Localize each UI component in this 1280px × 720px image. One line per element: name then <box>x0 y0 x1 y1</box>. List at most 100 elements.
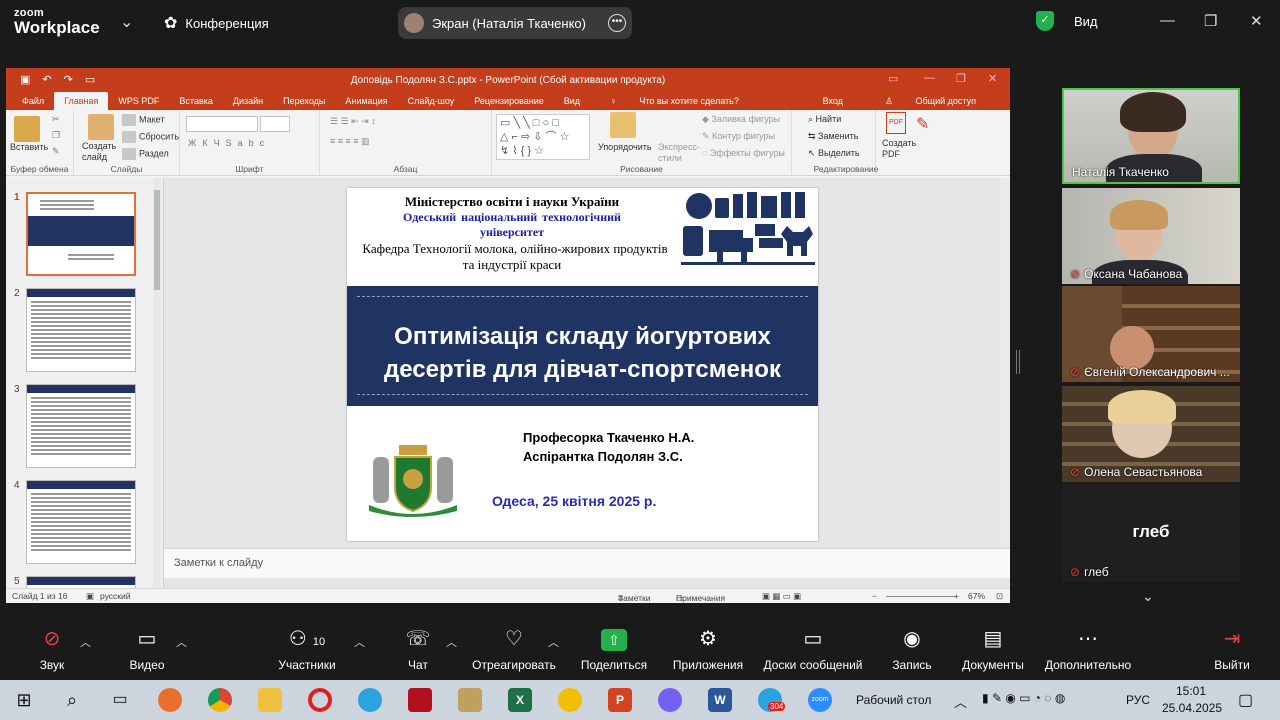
tab-animations[interactable]: Анимация <box>335 96 397 110</box>
quick-styles-button[interactable]: Экспресс-стили <box>658 114 700 164</box>
font-name-box[interactable] <box>186 116 258 132</box>
tab-wps-pdf[interactable]: WPS PDF <box>108 96 169 110</box>
scrollbar-thumb[interactable] <box>154 190 160 290</box>
participant-tile[interactable]: ⊘ Олена Севастьянова <box>1062 386 1240 482</box>
thumbnails-scrollbar[interactable] <box>153 178 161 588</box>
chat-button[interactable]: ☏ Чат <box>400 628 436 672</box>
view-button[interactable]: Вид <box>1074 14 1098 29</box>
shapes-gallery[interactable]: ▭ ╲ ╲ □ ○ □ △ ⌐ ⇨ ⇩ ⌒ ☆ ↯ ⌇ { } ☆ <box>496 114 590 160</box>
ppt-maximize-icon[interactable]: ❐ <box>956 72 966 85</box>
zoom-app-icon[interactable]: zoom <box>808 688 832 712</box>
share-screen-button[interactable]: ⇧ Поделиться <box>578 628 650 672</box>
ppt-close-icon[interactable]: ✕ <box>988 72 997 85</box>
arrange-icon[interactable] <box>610 112 636 138</box>
docs-button[interactable]: ▤ Документы <box>958 628 1028 672</box>
zoom-slider[interactable] <box>886 596 956 597</box>
zoom-out-icon[interactable]: − <box>872 591 877 601</box>
chevron-up-icon[interactable]: ︿ <box>954 692 967 711</box>
video-button[interactable]: ▭ Видео <box>124 628 170 672</box>
participant-tile[interactable]: Наталія Ткаченко <box>1062 88 1240 184</box>
shape-effects-button[interactable]: ◌ Эффекты фигуры <box>702 148 785 158</box>
thumbnail-slide-3[interactable] <box>26 384 136 468</box>
more-button[interactable]: ⋯ Дополнительно <box>1040 628 1136 672</box>
tab-transitions[interactable]: Переходы <box>273 96 335 110</box>
tab-home[interactable]: Главная <box>54 92 109 110</box>
tell-me-search[interactable]: ♀ Что вы хотите сделать? <box>590 96 759 110</box>
thumbnail-slide-2[interactable] <box>26 288 136 372</box>
spellcheck-icon[interactable]: ▣ <box>86 591 94 602</box>
language-indicator[interactable]: русский <box>100 591 131 601</box>
participant-tile[interactable]: глеб ⊘ глеб <box>1062 484 1240 582</box>
create-pdf-button[interactable]: Создать PDF <box>882 138 916 160</box>
viber-icon[interactable] <box>658 688 682 712</box>
telegram-icon[interactable]: 304 <box>758 688 786 712</box>
zoom-level[interactable]: 67% <box>968 591 985 601</box>
underline-button[interactable]: Ч <box>214 138 226 148</box>
ppt-minimize-icon[interactable]: — <box>924 72 935 84</box>
align-icons[interactable]: ≡ ≡ ≡ ≡ ▥ <box>330 136 370 147</box>
section-button[interactable]: Раздел <box>122 148 169 160</box>
reset-button[interactable]: Сбросить <box>122 131 179 143</box>
font-size-box[interactable] <box>260 116 290 132</box>
select-button[interactable]: ↖ Выделить <box>808 148 860 159</box>
powerpoint-icon[interactable]: P <box>608 688 632 712</box>
format-painter-icon[interactable]: ✎ <box>52 146 60 157</box>
notifications-icon[interactable]: ▢ <box>1238 690 1253 710</box>
font-format-buttons[interactable]: ЖКЧSabc <box>188 138 270 148</box>
tray-icons[interactable]: ▮ ✎ ◉ ▭ ◔ ◌ ◍ <box>982 691 1065 705</box>
thumbnail-slide-1[interactable] <box>26 192 136 276</box>
copy-icon[interactable]: ❐ <box>52 130 60 141</box>
react-options-chevron[interactable]: ︿ <box>548 634 559 650</box>
chat-options-chevron[interactable]: ︿ <box>446 634 457 650</box>
list-icons[interactable]: ☰ ☰ ⇤ ⇥ ↕ <box>330 116 376 127</box>
react-button[interactable]: ♡ Отреагировать <box>468 628 560 672</box>
tab-design[interactable]: Дизайн <box>223 96 273 110</box>
paste-button[interactable]: Вставить <box>10 142 48 152</box>
italic-button[interactable]: К <box>202 138 213 148</box>
share-button[interactable]: ♙ Общий доступ <box>865 96 996 111</box>
close-icon[interactable]: ✕ <box>1250 12 1263 30</box>
notes-pane[interactable]: Заметки к слайду <box>164 548 1010 578</box>
restore-icon[interactable]: ❐ <box>1204 12 1217 30</box>
layout-button[interactable]: Макет <box>122 114 164 126</box>
chevron-down-icon[interactable]: ⌄ <box>120 12 133 32</box>
paint-icon[interactable] <box>458 688 482 712</box>
task-view-icon[interactable]: ▭ <box>108 688 132 712</box>
arrange-button[interactable]: Упорядочить <box>598 142 652 152</box>
participants-options-chevron[interactable]: ︿ <box>354 634 365 650</box>
shape-fill-button[interactable]: ◆ Заливка фигуры <box>702 114 780 125</box>
new-slide-button[interactable]: Создать слайд <box>82 141 116 163</box>
firefox-icon[interactable] <box>158 688 182 712</box>
paste-icon[interactable] <box>14 116 40 142</box>
signature-icon[interactable]: ✎ <box>916 114 929 134</box>
minimize-icon[interactable]: — <box>1160 12 1175 29</box>
search-icon[interactable]: ⌕ <box>60 688 84 712</box>
leave-button[interactable]: ⇥ Выйти <box>1210 628 1254 672</box>
sign-in-link[interactable]: Вход <box>813 96 853 111</box>
archiver-icon[interactable] <box>558 688 582 712</box>
tab-slideshow[interactable]: Слайд-шоу <box>398 96 465 110</box>
desktop-toolbar[interactable]: Рабочий стол <box>856 693 931 707</box>
app-icon[interactable] <box>408 688 432 712</box>
security-shield-icon[interactable]: ✓ <box>1036 11 1054 31</box>
fit-slide-icon[interactable]: ⊡ <box>996 591 1003 602</box>
word-icon[interactable]: W <box>708 688 732 712</box>
tab-insert[interactable]: Вставка <box>169 96 222 110</box>
file-explorer-icon[interactable] <box>258 688 282 712</box>
participant-tile[interactable]: ⊘ Оксана Чабанова <box>1062 188 1240 284</box>
conference-button[interactable]: ✿ Конференция <box>164 13 269 33</box>
panel-splitter[interactable] <box>1016 350 1020 374</box>
video-options-chevron[interactable]: ︿ <box>176 634 187 650</box>
bold-button[interactable]: Ж <box>188 138 202 148</box>
apps-button[interactable]: ⚙ Приложения <box>668 628 748 672</box>
excel-icon[interactable]: X <box>508 688 532 712</box>
ribbon-display-icon[interactable]: ▭ <box>888 72 898 85</box>
telegram-icon[interactable] <box>358 688 382 712</box>
whiteboards-button[interactable]: ▭ Доски сообщений <box>758 628 868 672</box>
more-options-icon[interactable]: ••• <box>608 14 626 32</box>
find-button[interactable]: ⌕ Найти <box>808 114 841 125</box>
participant-tile[interactable]: ⊘ Євгеній Олександрович ... <box>1062 286 1240 382</box>
audio-button[interactable]: ⊘ Звук <box>32 628 72 672</box>
view-buttons[interactable]: ▣ ▦ ▭ ▣ <box>762 591 801 602</box>
chevron-down-icon[interactable]: ⌄ <box>1142 588 1154 605</box>
